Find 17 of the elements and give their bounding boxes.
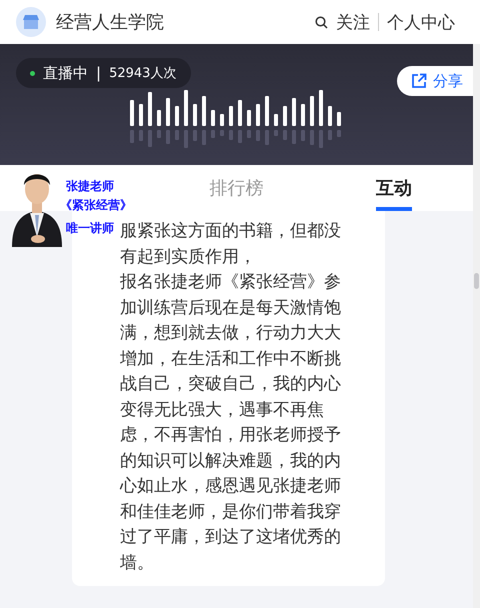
profile-link[interactable]: 个人中心: [387, 10, 455, 34]
share-button[interactable]: 分享: [397, 66, 473, 96]
follow-link[interactable]: 关注: [336, 10, 370, 34]
promo-text: 《紧张经营》: [60, 197, 132, 214]
search-icon[interactable]: [315, 16, 328, 28]
store-logo-icon: [16, 7, 46, 37]
share-icon: [411, 73, 427, 89]
promo-text: 张捷老师: [66, 178, 114, 195]
live-dot-icon: [30, 70, 35, 76]
view-count: 52943人次: [109, 65, 176, 82]
promo-text: 唯一讲师: [66, 220, 114, 237]
message-text: 服紧张这方面的书籍，但都没有起到实质作用，: [120, 220, 342, 268]
separator-text: |: [96, 64, 102, 82]
scrollbar-thumb[interactable]: [474, 273, 479, 289]
live-status: 直播中: [43, 64, 88, 82]
message-text: 报名张捷老师《紧张经营》参加训练营后现在是每天激情饱满，想到就去做，行动力大大增加，在生活和工作中不断挑战自己，突破自己，我的内心变得无比强大，遇事不再焦虑，不再害怕，用张老师授予的知识可以解决难题，我的内心如止水，感恩遇见张捷老师和佳佳老师，是你们带着我穿过了平庸，到达了这堵优秀的墙。: [120, 271, 342, 574]
school-title: 经营人生学院: [56, 11, 165, 34]
